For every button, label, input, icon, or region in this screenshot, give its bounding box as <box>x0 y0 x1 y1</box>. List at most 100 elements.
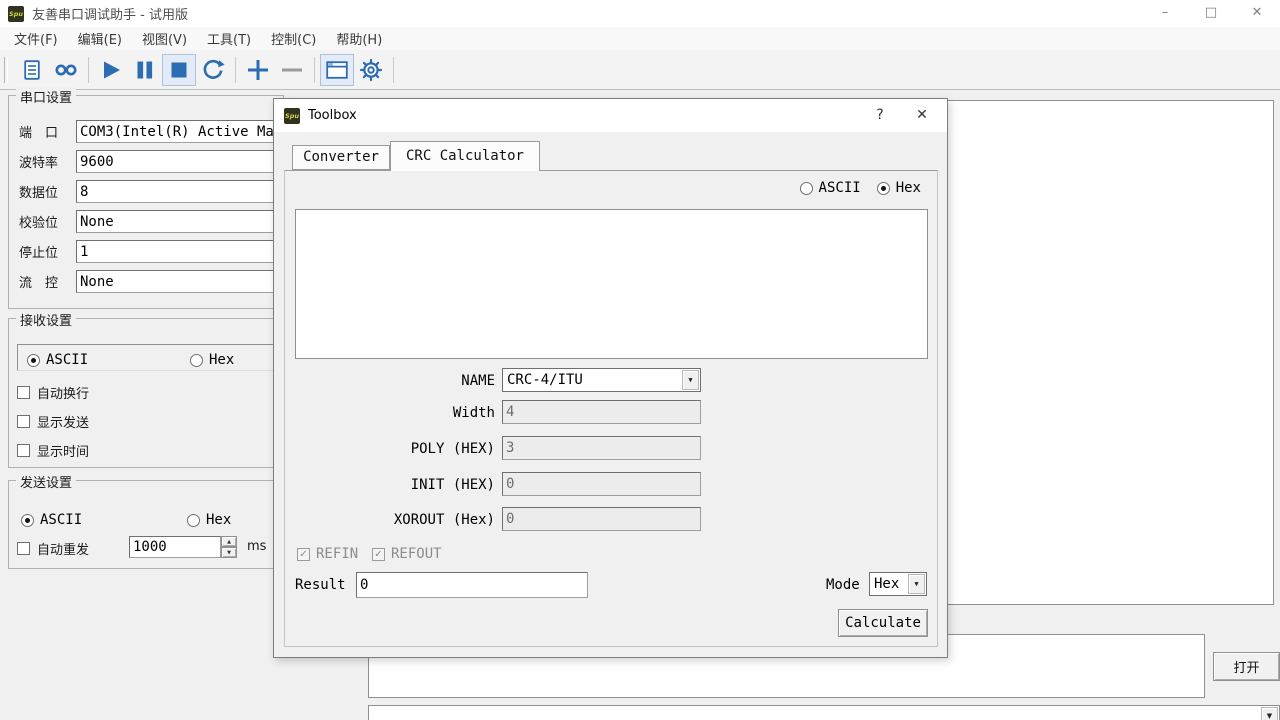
init-label: INIT (HEX) <box>295 477 495 493</box>
combo-dropdown-button[interactable]: ▼ <box>1261 707 1278 720</box>
autowrap-checkbox[interactable]: ✓ 自动换行 <box>17 383 89 402</box>
toolbar-separator <box>393 57 394 83</box>
send-ascii-label: ASCII <box>40 512 82 528</box>
chevron-down-icon: ▼ <box>1267 712 1272 720</box>
databits-field[interactable] <box>76 180 282 203</box>
refresh-button[interactable] <box>197 55 229 85</box>
record-button[interactable] <box>50 55 82 85</box>
auto-resend-label: 自动重发 <box>37 539 89 558</box>
checkbox-icon: ✓ <box>17 542 30 555</box>
combo-dropdown-button[interactable]: ▼ <box>908 574 925 594</box>
show-send-checkbox[interactable]: ✓ 显示发送 <box>17 412 89 431</box>
serial-settings-title: 串口设置 <box>16 87 76 106</box>
toolbox-dialog: Spu Toolbox ? ✕ Converter CRC Calculator… <box>273 98 948 658</box>
record-icon <box>53 58 79 82</box>
crc-input-textarea[interactable] <box>295 209 928 359</box>
show-send-label: 显示发送 <box>37 412 89 431</box>
tab-converter[interactable]: Converter <box>292 145 390 170</box>
open-button[interactable]: 打开 <box>1213 652 1280 681</box>
crc-tab-pane: ASCII Hex NAME CRC-4/ITU ▼ Width POLY (H <box>284 170 938 647</box>
menu-tools[interactable]: 工具(T) <box>197 29 261 48</box>
pause-button[interactable] <box>129 55 161 85</box>
calculate-button[interactable]: Calculate <box>838 609 928 637</box>
refin-checkbox: ✓ REFIN <box>297 546 358 562</box>
send-hex-label: Hex <box>206 512 231 528</box>
show-time-checkbox[interactable]: ✓ 显示时间 <box>17 441 89 460</box>
autowrap-label: 自动换行 <box>37 383 89 402</box>
toolbox-titlebar: Spu Toolbox ? ✕ <box>274 99 947 132</box>
stopbits-field[interactable] <box>76 240 282 263</box>
mode-combobox[interactable]: Hex ▼ <box>869 572 927 596</box>
poly-label: POLY (HEX) <box>295 441 495 457</box>
zoom-out-button[interactable] <box>276 55 308 85</box>
menu-file[interactable]: 文件(F) <box>4 29 68 48</box>
crc-hex-label: Hex <box>896 180 921 196</box>
stop-button[interactable] <box>163 55 195 85</box>
play-button[interactable] <box>95 55 127 85</box>
menu-control[interactable]: 控制(C) <box>261 29 326 48</box>
chevron-down-icon: ▼ <box>914 580 918 588</box>
xorout-field <box>502 507 701 531</box>
mode-label: Mode <box>826 577 860 593</box>
spin-down-button[interactable]: ▼ <box>221 547 237 558</box>
maximize-button[interactable]: □ <box>1188 0 1234 27</box>
send-hex-radio[interactable]: Hex <box>187 512 231 528</box>
panel-layout-button[interactable] <box>321 55 353 85</box>
panel-layout-icon <box>324 58 350 82</box>
toolbar-grip-handle[interactable] <box>4 57 8 83</box>
crc-ascii-label: ASCII <box>819 180 861 196</box>
radio-icon <box>800 182 813 195</box>
new-document-button[interactable] <box>16 55 48 85</box>
receive-settings-title: 接收设置 <box>16 310 76 329</box>
settings-button[interactable] <box>355 55 387 85</box>
toolbar <box>0 50 1280 90</box>
tab-crc-calculator[interactable]: CRC Calculator <box>390 141 540 171</box>
main-titlebar: Spu 友善串口调试助手 - 试用版 – □ ✕ <box>0 0 1280 27</box>
minus-icon <box>279 57 305 83</box>
toolbar-separator <box>235 57 236 83</box>
refout-checkbox: ✓ REFOUT <box>372 546 442 562</box>
send-history-combobox[interactable]: ▼ <box>368 705 1280 720</box>
crc-hex-radio[interactable]: Hex <box>877 180 921 196</box>
crc-ascii-radio[interactable]: ASCII <box>800 180 861 196</box>
receive-ascii-radio[interactable]: ASCII <box>27 352 88 368</box>
baudrate-field[interactable] <box>76 150 282 173</box>
checkbox-icon: ✓ <box>17 415 30 428</box>
width-field <box>502 400 701 424</box>
init-field <box>502 472 701 496</box>
auto-resend-checkbox[interactable]: ✓ 自动重发 <box>17 539 89 558</box>
zoom-in-button[interactable] <box>242 55 274 85</box>
parity-field[interactable] <box>76 210 282 233</box>
dialog-close-button[interactable]: ✕ <box>901 99 943 132</box>
mode-value: Hex <box>874 576 899 592</box>
menu-help[interactable]: 帮助(H) <box>326 29 392 48</box>
flowcontrol-field[interactable] <box>76 270 282 293</box>
poly-field <box>502 436 701 460</box>
minimize-button[interactable]: – <box>1142 0 1188 27</box>
port-field[interactable] <box>76 120 282 143</box>
result-field[interactable] <box>356 572 588 598</box>
close-button[interactable]: ✕ <box>1234 0 1280 27</box>
interval-spinner[interactable]: ▲ ▼ <box>221 536 237 558</box>
menubar: 文件(F) 编辑(E) 视图(V) 工具(T) 控制(C) 帮助(H) <box>0 27 1280 50</box>
resend-interval-field[interactable] <box>129 536 221 558</box>
send-ascii-radio[interactable]: ASCII <box>21 512 82 528</box>
menu-view[interactable]: 视图(V) <box>132 29 197 48</box>
parity-label: 校验位 <box>19 212 58 231</box>
baudrate-label: 波特率 <box>19 152 58 171</box>
radio-icon <box>27 354 40 367</box>
xorout-label: XOROUT (Hex) <box>295 512 495 528</box>
plus-icon <box>245 57 271 83</box>
crc-name-combobox[interactable]: CRC-4/ITU ▼ <box>502 368 701 392</box>
receive-hex-radio[interactable]: Hex <box>190 352 234 368</box>
combo-dropdown-button[interactable]: ▼ <box>682 370 699 390</box>
menu-edit[interactable]: 编辑(E) <box>68 29 132 48</box>
radio-icon <box>187 514 200 527</box>
checkbox-icon: ✓ <box>17 386 30 399</box>
receive-mode-panel: ASCII Hex <box>17 344 277 371</box>
spin-up-button[interactable]: ▲ <box>221 536 237 547</box>
name-label: NAME <box>295 373 495 389</box>
width-label: Width <box>295 405 495 421</box>
databits-label: 数据位 <box>19 182 58 201</box>
dialog-help-button[interactable]: ? <box>859 99 901 132</box>
